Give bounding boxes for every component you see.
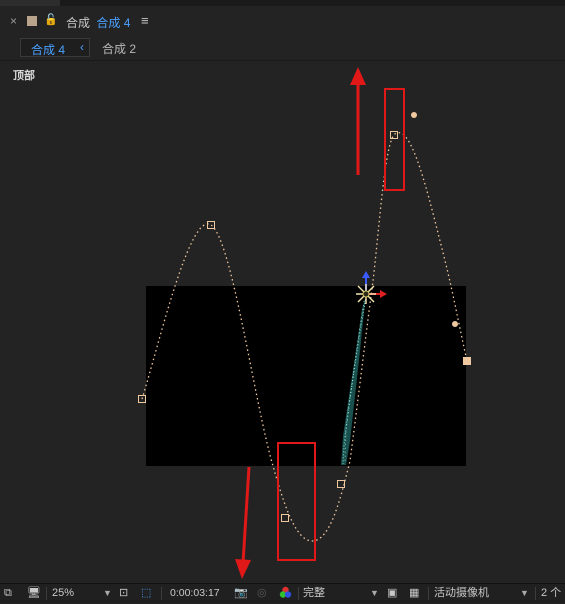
resolution-select[interactable]: 完整 ▼ (303, 586, 381, 601)
chevron-left-icon[interactable]: ‹ (80, 40, 84, 54)
divider (46, 587, 47, 600)
tab-comp-4[interactable]: 合成 4 ‹ (20, 38, 90, 57)
current-time[interactable]: 0:00:03:17 (170, 586, 220, 601)
panel-menu-icon[interactable]: ≡ (141, 13, 149, 28)
transparency-icon[interactable]: ▦ (409, 586, 419, 601)
always-preview-icon[interactable]: ⧉ (4, 586, 12, 601)
zoom-value: 25% (52, 587, 75, 599)
keyframe[interactable] (207, 221, 215, 229)
arrow-up-head (350, 67, 366, 85)
divider (161, 587, 162, 600)
keyframe[interactable] (390, 131, 398, 139)
viewer-canvas (138, 67, 471, 579)
tab-comp-2[interactable]: 合成 2 (102, 40, 136, 57)
camera-select[interactable]: 活动摄像机 ▼ (434, 586, 530, 601)
camera-icon[interactable]: 📷 (234, 586, 248, 601)
views-select[interactable]: 2 个 (541, 586, 561, 601)
zoom-select[interactable]: 25% ▼ (52, 586, 114, 601)
close-panel-icon[interactable]: × (10, 15, 17, 27)
rgb-icon (279, 586, 292, 598)
transparency-grid-icon[interactable]: ⬚ (141, 586, 151, 601)
monitor-icon[interactable]: 🖥 (27, 586, 41, 601)
divider (535, 587, 536, 600)
keyframe[interactable] (281, 514, 289, 522)
arrow-down (241, 466, 251, 564)
panel-header: × 🔓 合成 合成 4 ≡ (0, 6, 565, 36)
show-snapshot-icon[interactable]: ◎ (257, 586, 267, 601)
divider (428, 587, 429, 600)
region-of-interest-icon[interactable]: ⊡ (119, 586, 128, 601)
chevron-down-icon: ▼ (520, 588, 529, 598)
chevron-down-icon: ▼ (370, 588, 379, 598)
tab-label: 合成 4 (31, 43, 66, 57)
composition-viewer[interactable]: 顶部 (0, 61, 565, 583)
comp-color-swatch[interactable] (27, 16, 37, 26)
panel-title: 合成 合成 4 (66, 14, 130, 31)
arrow-down-head (235, 559, 251, 579)
bezier-handle[interactable] (452, 321, 458, 327)
panel-title-prefix: 合成 (66, 16, 91, 30)
divider (298, 587, 299, 600)
resolution-value: 完整 (303, 587, 325, 599)
camera-value: 活动摄像机 (434, 587, 489, 599)
annotation-box-top (384, 88, 405, 191)
viewer-toolbar: ⧉ 🖥 25% ▼ ⊡ ⬚ 0:00:03:17 📷 ◎ 完整 ▼ ▣ ▦ 活动… (0, 583, 565, 603)
chevron-down-icon: ▼ (103, 588, 112, 598)
lock-icon[interactable]: 🔓 (44, 13, 58, 26)
fast-preview-icon[interactable]: ▣ (387, 586, 397, 601)
composition-frame (146, 286, 466, 466)
keyframe-selected[interactable] (463, 357, 471, 365)
color-channels-icon[interactable] (279, 586, 292, 601)
bezier-handle[interactable] (411, 112, 417, 118)
comp-tab-row: 合成 4 ‹ 合成 2 (0, 36, 565, 60)
active-comp-name[interactable]: 合成 4 (96, 16, 130, 30)
